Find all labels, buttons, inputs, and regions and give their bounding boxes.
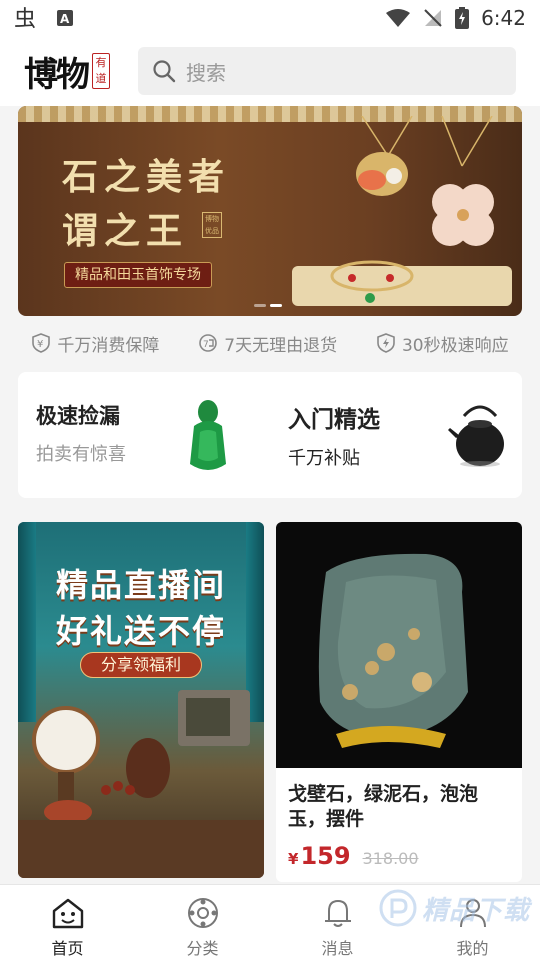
shield-yen-icon: ¥ [32,333,51,353]
bug-icon: 虫 [14,7,36,30]
svg-text:7: 7 [203,340,209,350]
price-row: ¥159 318.00 [276,832,522,870]
guarantee-label: 30秒极速响应 [401,335,509,356]
feature-card-auction[interactable]: 极速捡漏 拍卖有惊喜 [18,372,270,498]
guarantee-strip: ¥ 千万消费保障 7 7天无理由退货 30秒极速响应 [0,326,540,360]
live-subtitle-button[interactable]: 分享领福利 [80,652,202,678]
jewelry-illustration [292,116,512,306]
search-icon [153,60,176,83]
lightning-icon [377,333,395,353]
bottom-tab-bar: 首页 分类 消息 我的 [0,884,540,960]
banner-pagination [254,304,282,307]
guarantee-item: ¥ 千万消费保障 [31,331,159,356]
live-title-line2: 好礼送不停 [55,612,226,650]
gobi-stone-image [318,553,468,748]
live-title-line1: 精品直播间 [55,566,226,604]
font-a-icon: A [57,10,73,26]
currency-symbol: ¥ [288,850,299,868]
wifi-icon [386,9,411,27]
banner-subtitle: 精品和田玉首饰专场 [64,262,212,288]
jade-pendant-image [190,400,226,470]
tab-label: 首页 [51,939,84,958]
return-icon: 7 [199,334,218,352]
svg-text:虫: 虫 [14,7,36,30]
promo-banner[interactable]: 石之美者 谓之王 博物优品 精品和田玉首饰专场 [18,106,522,316]
search-bar[interactable]: 搜索 [138,47,516,95]
user-icon [459,899,486,928]
product-name: 戈壁石，绿泥石，泡泡玉，摆件 [288,783,479,830]
tab-profile[interactable]: 我的 [405,885,540,960]
banner-dot[interactable] [254,304,266,307]
bell-icon [324,899,351,927]
card-subtitle: 拍卖有惊喜 [36,444,126,465]
tab-label: 消息 [321,939,354,958]
content-grid: 精品直播间 好礼送不停 分享领福利 戈壁石，绿泥石，泡泡玉，摆件 ¥159 31… [18,522,522,882]
guarantee-item: 30秒极速响应 [376,331,509,356]
tab-label: 我的 [456,939,489,958]
app-logo[interactable]: 博物 有道 [24,47,124,96]
search-placeholder: 搜索 [186,60,226,85]
category-icon [187,898,218,928]
banner-stamp: 博物优品 [202,212,222,238]
teapot-image [448,405,504,467]
banner-title-line1: 石之美者 [62,156,231,198]
svg-text:A: A [60,12,70,26]
svg-text:¥: ¥ [37,339,43,350]
banner-title: 石之美者 谓之王 [62,150,230,258]
logo-seal: 有道 [92,53,110,89]
product-price: ¥159 [288,842,351,870]
guarantee-label: 千万消费保障 [57,335,160,356]
banner-dot-active[interactable] [270,304,282,307]
tab-home[interactable]: 首页 [0,885,135,960]
guarantee-item: 7 7天无理由退货 [198,331,337,356]
product-image [276,522,522,768]
battery-icon [455,7,470,29]
logo-text: 博物 [24,54,90,95]
feature-cards: 极速捡漏 拍卖有惊喜 入门精选 千万补贴 [18,372,522,498]
no-signal-icon [424,9,442,27]
live-room-card[interactable]: 精品直播间 好礼送不停 分享领福利 [18,522,264,878]
live-title: 精品直播间 好礼送不停 [18,562,264,654]
home-icon [52,898,83,929]
product-card[interactable]: 戈壁石，绿泥石，泡泡玉，摆件 ¥159 318.00 [276,522,522,882]
tab-label: 分类 [186,939,219,958]
tab-category[interactable]: 分类 [135,885,270,960]
guarantee-label: 7天无理由退货 [224,335,338,356]
tab-messages[interactable]: 消息 [270,885,405,960]
app-header: 博物 有道 搜索 [0,36,540,106]
price-value: 159 [300,842,351,870]
status-time: 6:42 [481,6,526,30]
collectibles-illustration [18,690,264,878]
card-title: 极速捡漏 [36,404,120,428]
original-price: 318.00 [362,849,419,868]
feature-card-selection[interactable]: 入门精选 千万补贴 [270,372,522,498]
status-bar: 虫 A 6:42 [0,0,540,36]
